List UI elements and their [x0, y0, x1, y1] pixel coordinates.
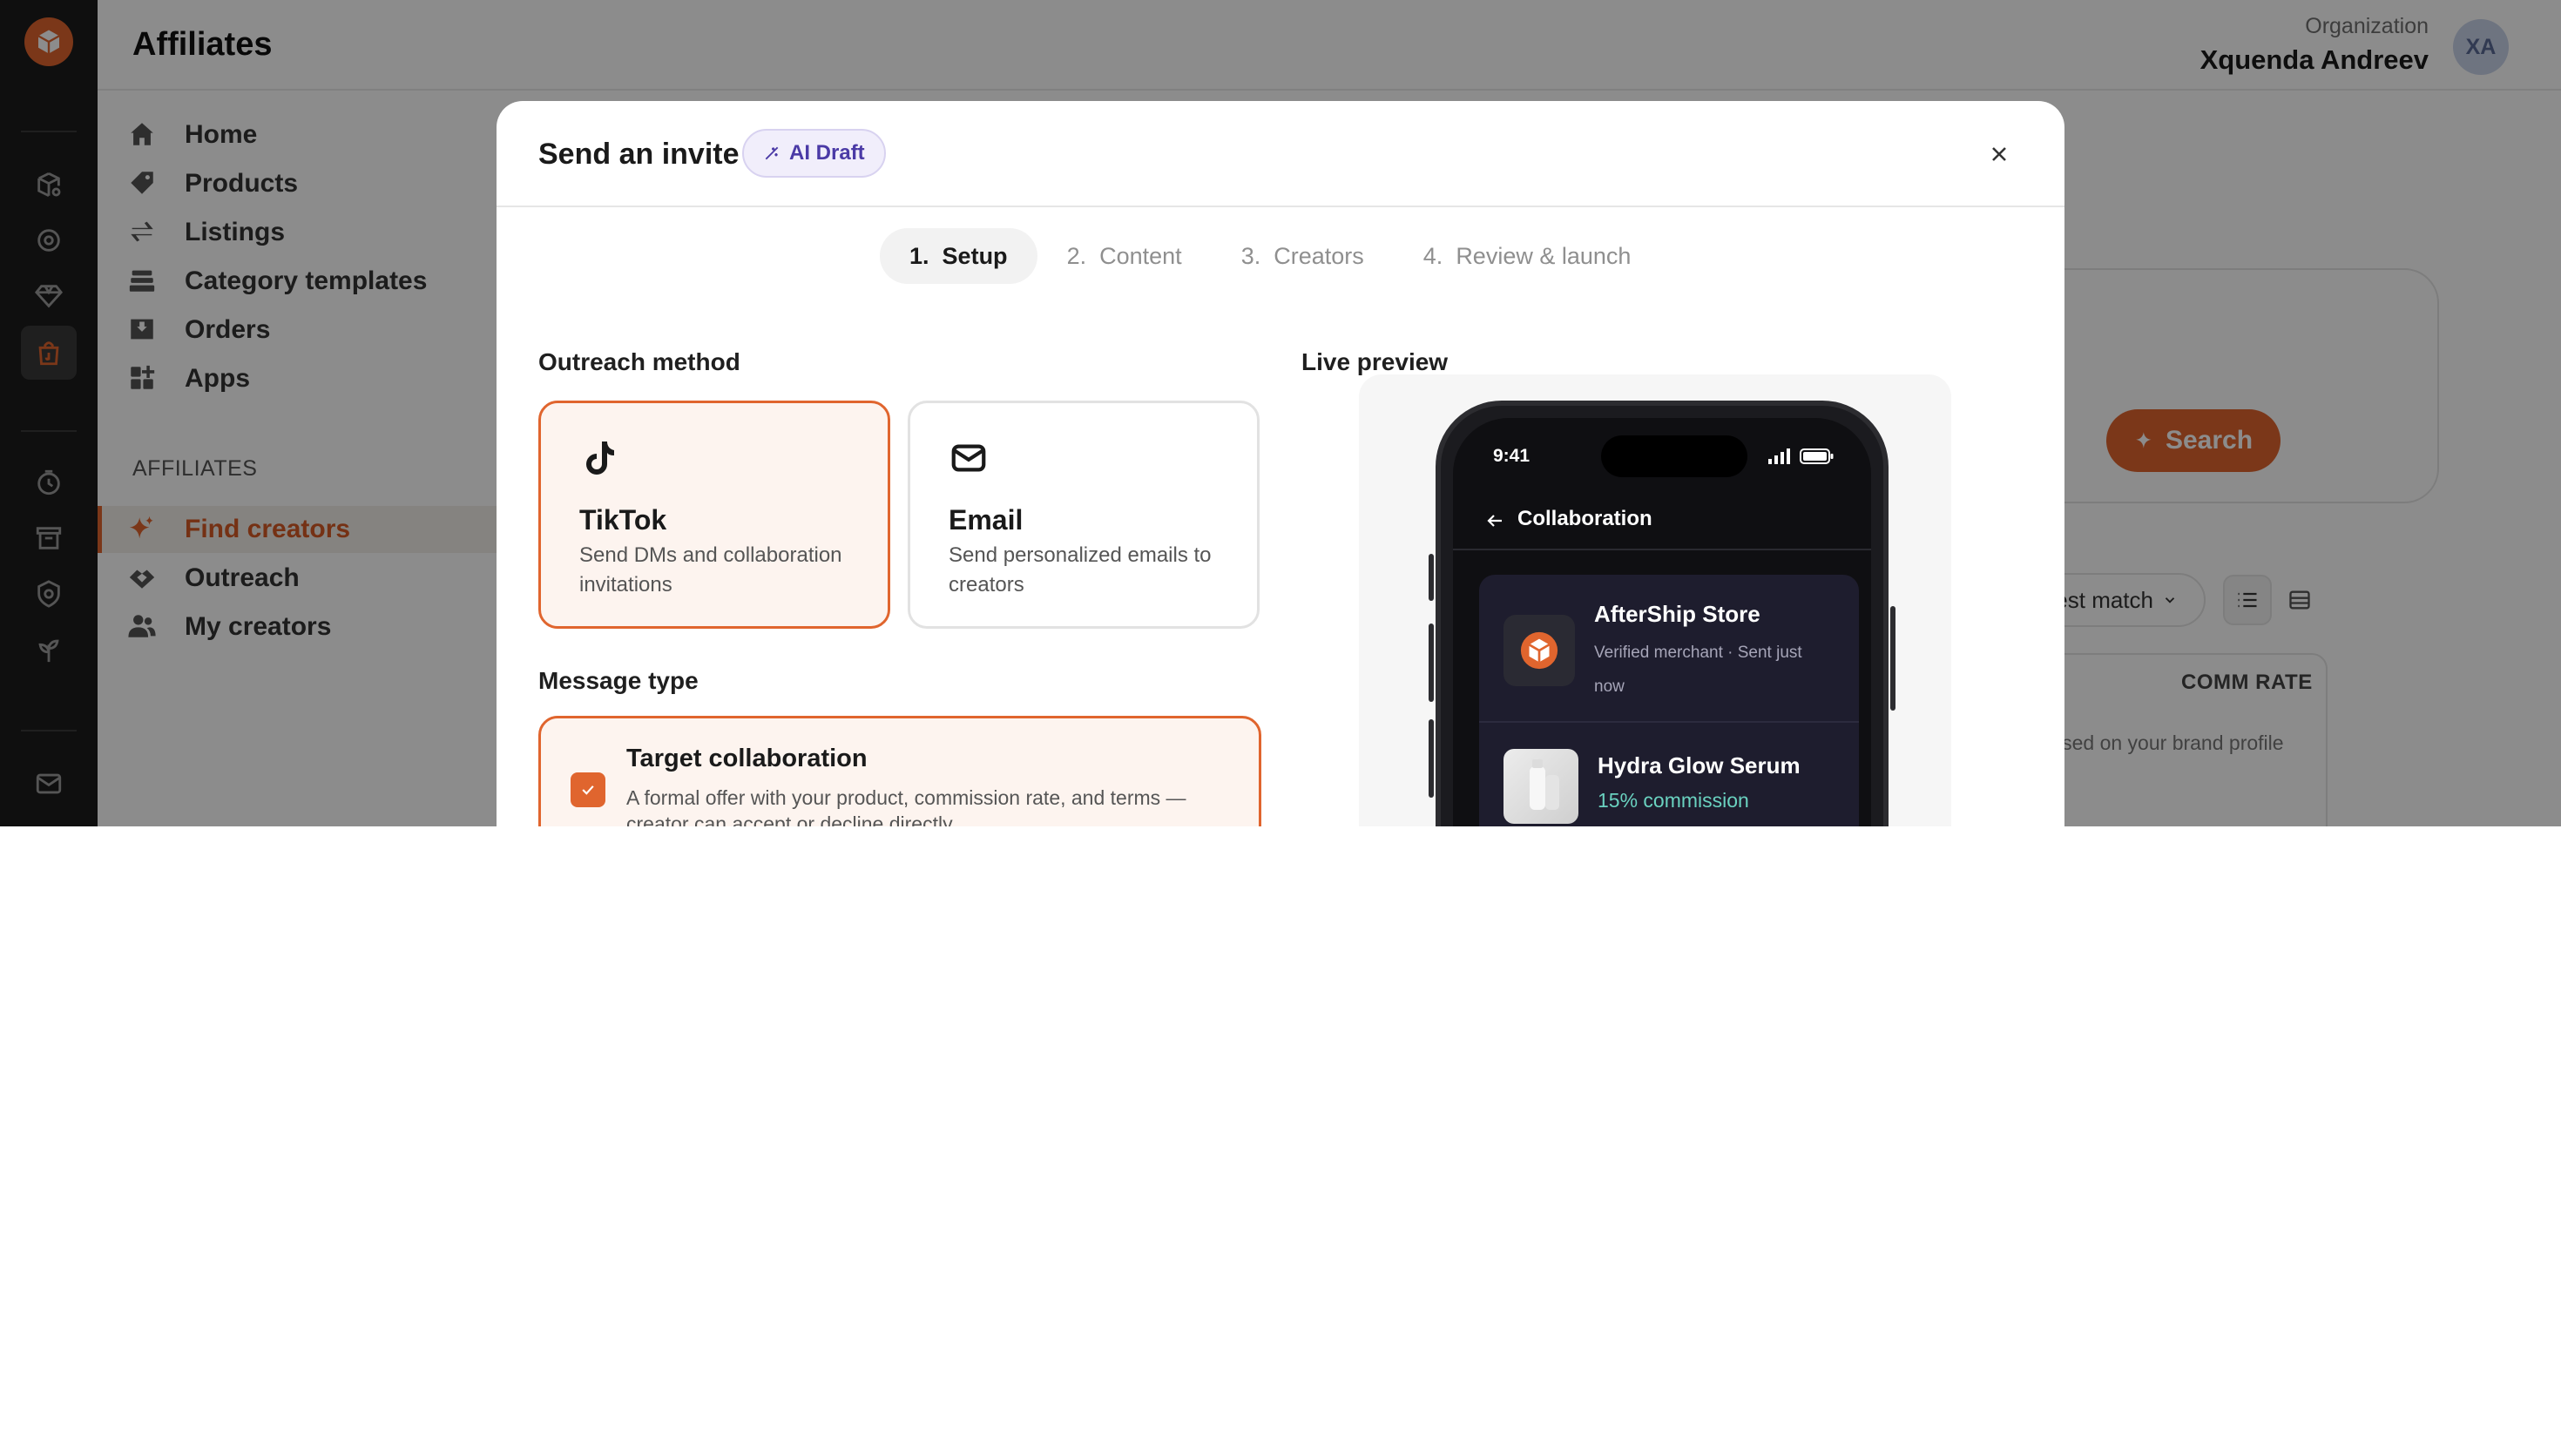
- tiktok-icon: [579, 438, 623, 482]
- ai-draft-label: AI Draft: [789, 141, 865, 165]
- method-title: TikTok: [579, 504, 667, 536]
- modal-header: Send an invite AI Draft: [497, 101, 2064, 207]
- message-option-target-collaboration[interactable]: Target collaboration A formal offer with…: [538, 716, 1261, 826]
- phone-time: 9:41: [1493, 446, 1531, 466]
- merchant-row: AfterShip Store Verified merchant · Sent…: [1479, 575, 1859, 723]
- arrow-left-icon[interactable]: [1484, 510, 1505, 531]
- aftership-logo-icon: [1503, 615, 1575, 686]
- store-meta: Verified merchant · Sent just now: [1594, 644, 1802, 696]
- app-viewport: Affiliates Organization Xquenda Andreev …: [0, 0, 2561, 826]
- send-invite-modal: Send an invite AI Draft 1. Setup 2. Cont…: [497, 101, 2064, 826]
- check-icon: [582, 785, 594, 795]
- dynamic-island: [1601, 435, 1747, 477]
- message-option-title: Target collaboration: [626, 745, 868, 772]
- phone-side-button: [1429, 554, 1434, 601]
- commission-rate: 15% commission: [1598, 789, 1749, 812]
- phone-nav-bar: Collaboration: [1453, 491, 1871, 550]
- step-creators[interactable]: 3. Creators: [1212, 228, 1394, 284]
- signal-icon: [1768, 448, 1790, 464]
- method-card-email[interactable]: Email Send personalized emails to creato…: [908, 401, 1260, 629]
- collaboration-card: AfterShip Store Verified merchant · Sent…: [1479, 575, 1859, 826]
- modal-title: Send an invite: [538, 138, 740, 171]
- step-label: Content: [1099, 242, 1182, 269]
- step-label: Setup: [942, 242, 1008, 269]
- product-name: Hydra Glow Serum: [1598, 752, 1801, 779]
- step-review-launch[interactable]: 4. Review & launch: [1394, 228, 1661, 284]
- checkbox[interactable]: [571, 772, 605, 807]
- message-option-description: A formal offer with your product, commis…: [626, 786, 1186, 826]
- close-icon: [1992, 147, 2006, 161]
- method-title: Email: [949, 504, 1024, 536]
- method-description: Send personalized emails to creators: [949, 543, 1212, 597]
- phone-side-button: [1890, 606, 1895, 711]
- ai-draft-badge: AI Draft: [742, 129, 886, 178]
- method-description: Send DMs and collaboration invitations: [579, 543, 842, 597]
- phone-nav-title: Collaboration: [1517, 507, 1652, 530]
- step-label: Creators: [1274, 242, 1364, 269]
- close-button[interactable]: [1979, 134, 2019, 174]
- step-number: 2.: [1066, 242, 1087, 269]
- step-number: 4.: [1422, 242, 1443, 269]
- live-preview-label: Live preview: [1301, 348, 1449, 375]
- step-number: 3.: [1240, 242, 1261, 269]
- outreach-method-label: Outreach method: [538, 348, 740, 375]
- phone-mockup: 9:41 Collaboration AfterShip Store Verif…: [1436, 401, 1889, 826]
- store-name: AfterShip Store: [1594, 601, 1760, 627]
- step-content[interactable]: 2. Content: [1037, 228, 1212, 284]
- mail-icon: [949, 438, 992, 482]
- step-setup[interactable]: 1. Setup: [880, 228, 1037, 284]
- step-number: 1.: [909, 242, 929, 269]
- magic-wand-icon: [765, 146, 779, 160]
- product-image: [1503, 749, 1578, 824]
- phone-screen: 9:41 Collaboration AfterShip Store Verif…: [1453, 418, 1871, 826]
- battery-icon: [1800, 448, 1834, 464]
- phone-status-bar: [1768, 448, 1835, 465]
- method-card-tiktok[interactable]: TikTok Send DMs and collaboration invita…: [538, 401, 890, 629]
- phone-side-button: [1429, 719, 1434, 798]
- stepper: 1. Setup 2. Content 3. Creators 4. Revie…: [880, 228, 1660, 284]
- step-label: Review & launch: [1456, 242, 1632, 269]
- message-type-label: Message type: [538, 667, 699, 694]
- phone-side-button: [1429, 624, 1434, 702]
